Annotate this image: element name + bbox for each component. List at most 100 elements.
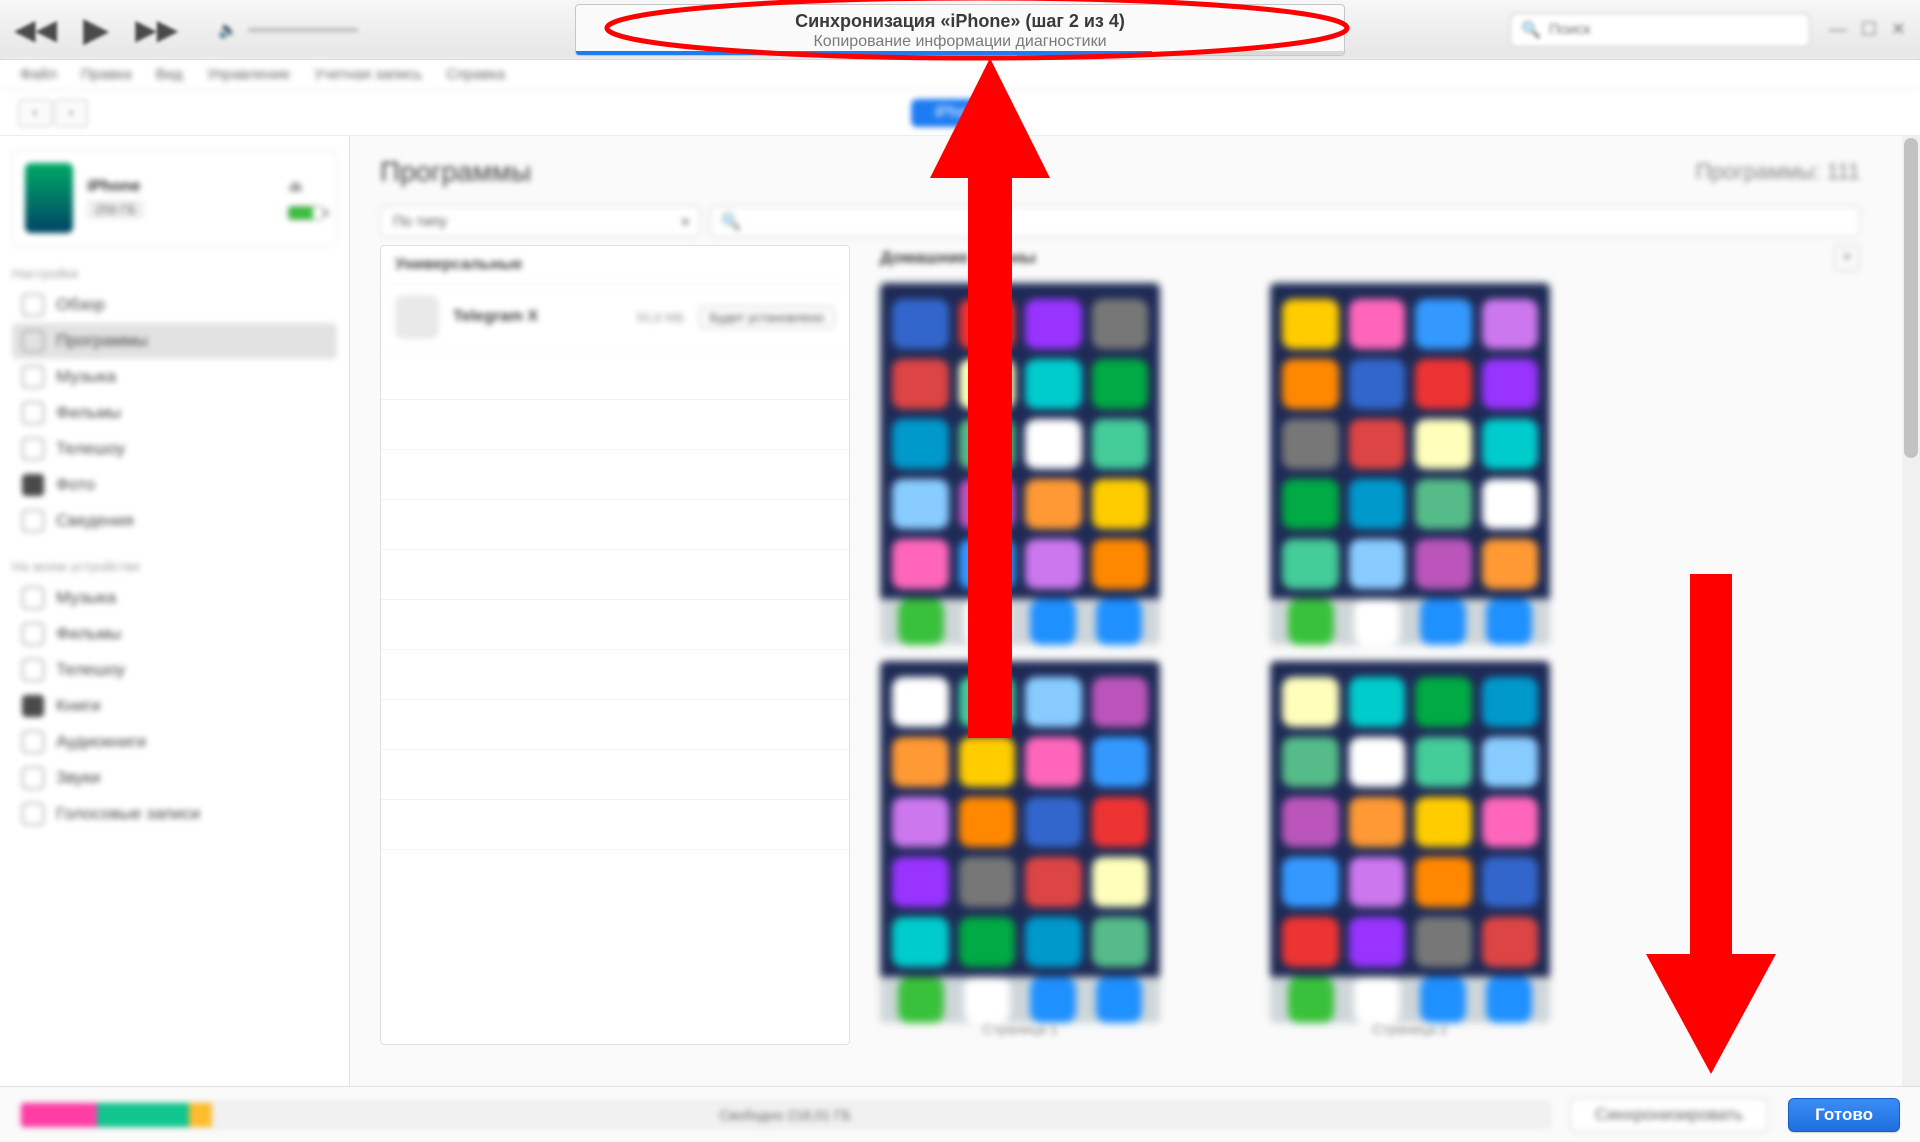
app-tile [1415,857,1472,907]
sidebar-item-label: Голосовые записи [56,804,200,824]
app-tile [1482,359,1539,409]
app-tile [1025,677,1082,727]
sidebar-item-movies[interactable]: Фильмы [12,395,337,431]
sync-button[interactable]: Синхронизировать [1570,1098,1768,1132]
eject-icon[interactable]: ⏏ [288,178,303,195]
apps-count: Программы: 111 [1695,159,1860,185]
sidebar-item-label: Программы [56,331,148,351]
done-button[interactable]: Готово [1788,1098,1900,1132]
app-tile [1349,419,1406,469]
app-tile [1349,917,1406,967]
sidebar-item-info[interactable]: Сведения [12,503,337,539]
app-tile [1092,857,1149,907]
menu-controls[interactable]: Управление [207,66,290,83]
app-tile [1482,737,1539,787]
sync-progress-bar [576,51,1344,55]
nav-back-button[interactable]: ‹ [18,99,52,127]
app-tile [1415,479,1472,529]
sidebar-item-dev-music[interactable]: Музыка [12,580,337,616]
device-capacity: 256 ГБ [87,200,144,219]
app-row-empty [381,650,849,700]
home-screen-preview[interactable] [1270,661,1550,1021]
menu-file[interactable]: Файл [20,66,57,83]
search-input[interactable] [1549,21,1799,38]
app-action-button[interactable]: Будет установлено [699,306,835,329]
sidebar-item-dev-books[interactable]: Книги [12,688,337,724]
sidebar-item-overview[interactable]: Обзор [12,287,337,323]
sidebar-item-label: Фильмы [56,624,121,644]
sidebar-item-dev-voice[interactable]: Голосовые записи [12,796,337,832]
app-tile [1282,539,1339,589]
sidebar-item-apps[interactable]: Программы [12,323,337,359]
device-pill[interactable]: iPhone [911,99,1009,127]
nav-row: ‹ › iPhone [0,90,1920,136]
sort-select[interactable]: По типу [380,206,700,237]
next-button[interactable]: ▶▶ [135,13,178,46]
music-icon [22,587,44,609]
app-tile [1025,479,1082,529]
dock-app-icon [1030,599,1076,645]
maximize-button[interactable]: ☐ [1861,19,1877,40]
app-tile [1092,797,1149,847]
body-region: iPhone 256 ГБ ⏏ Настройки Обзор Программ… [0,136,1920,1086]
app-tile [892,857,949,907]
scrollbar[interactable] [1902,136,1920,1086]
app-tile [1025,797,1082,847]
tv-icon [22,659,44,681]
scrollbar-thumb[interactable] [1904,138,1918,458]
app-row[interactable]: Telegram X 50,6 МБ Будет установлено [381,285,849,350]
app-row-empty [381,500,849,550]
volume-slider[interactable] [248,28,358,32]
sidebar-item-label: Звуки [56,768,100,788]
close-button[interactable]: ✕ [1891,19,1906,40]
prev-button[interactable]: ◀◀ [14,13,57,46]
sidebar-item-dev-tvshows[interactable]: Телешоу [12,652,337,688]
sidebar-item-dev-audiobooks[interactable]: Аудиокниги [12,724,337,760]
volume-control[interactable]: 🔈 [218,20,358,40]
apps-search[interactable]: 🔍 [710,206,1860,237]
sidebar-item-music[interactable]: Музыка [12,359,337,395]
sidebar-item-tvshows[interactable]: Телешоу [12,431,337,467]
sidebar-section-ondevice-header: На моем устройстве [12,559,337,574]
tv-icon [22,438,44,460]
app-row-empty [381,700,849,750]
photos-icon [22,474,44,496]
app-row-empty [381,600,849,650]
sidebar-item-dev-movies[interactable]: Фильмы [12,616,337,652]
app-tile [1349,797,1406,847]
menu-edit[interactable]: Правка [81,66,132,83]
sync-status-subtitle: Копирование информации диагностики [813,33,1106,51]
minimize-button[interactable]: — [1829,19,1847,40]
app-tile [1482,857,1539,907]
app-tile [892,479,949,529]
footer-bar: Свободно 218,01 ГБ Синхронизировать Гото… [0,1086,1920,1142]
music-icon [22,366,44,388]
menu-account[interactable]: Учетная запись [314,66,422,83]
sync-progress-fill [576,51,1152,55]
app-tile [1349,539,1406,589]
page-title: Программы [380,156,531,188]
capacity-bar[interactable]: Свободно 218,01 ГБ [20,1102,1550,1128]
app-tile [1025,539,1082,589]
dock-app-icon [1354,977,1400,1023]
play-button[interactable]: ▶ [83,10,109,50]
search-field[interactable]: 🔍 [1510,13,1810,47]
device-card[interactable]: iPhone 256 ГБ ⏏ [12,150,337,246]
add-screen-button[interactable]: + [1834,245,1860,271]
app-size: 50,6 МБ [636,310,684,325]
menu-help[interactable]: Справка [446,66,505,83]
menu-view[interactable]: Вид [156,66,183,83]
app-tile [892,737,949,787]
home-screen-preview[interactable] [880,661,1160,1021]
home-screen-preview[interactable] [880,283,1160,643]
app-tile [1482,917,1539,967]
app-tile [892,797,949,847]
nav-forward-button[interactable]: › [54,99,88,127]
app-tile [1092,299,1149,349]
sidebar-item-photos[interactable]: Фото [12,467,337,503]
sidebar-item-dev-sounds[interactable]: Звуки [12,760,337,796]
app-tile [1282,479,1339,529]
app-tile [959,677,1016,727]
player-toolbar: ◀◀ ▶ ▶▶ 🔈 Синхронизация «iPhone» (шаг 2 … [0,0,1920,60]
home-screen-preview[interactable] [1270,283,1550,643]
